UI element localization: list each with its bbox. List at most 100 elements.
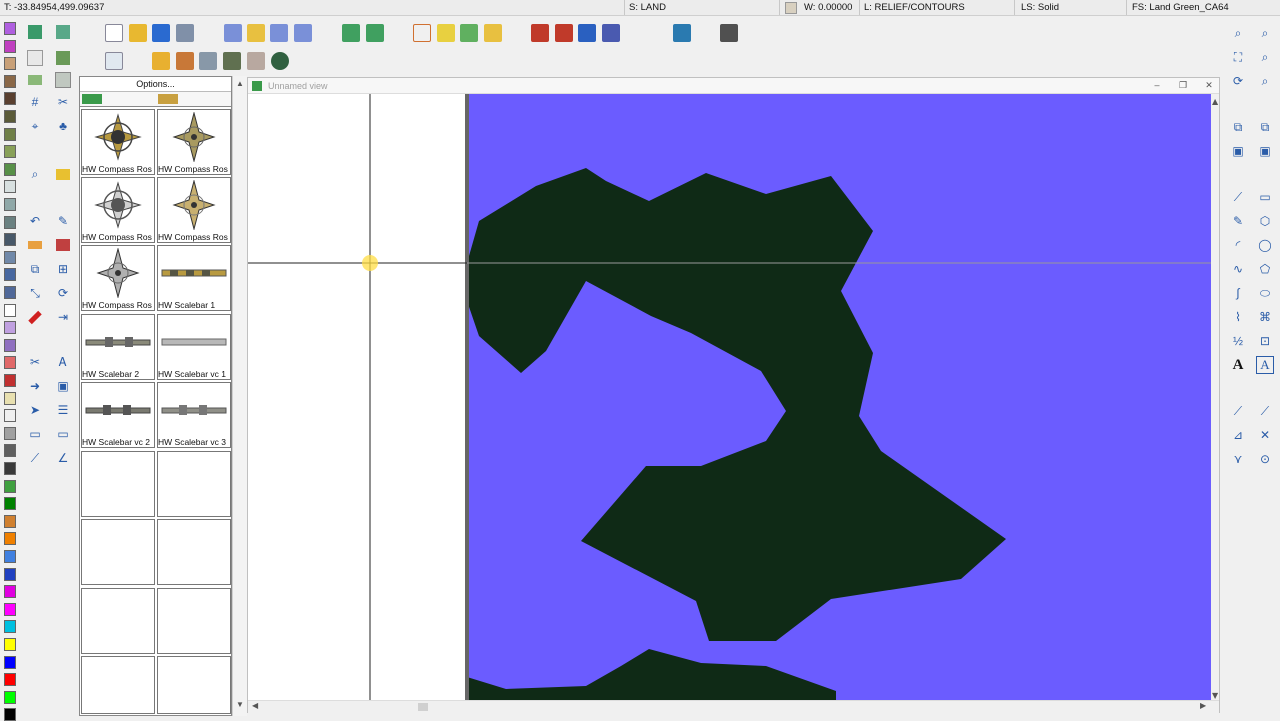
tool-green-b-icon[interactable] [53,22,73,42]
hand-tool-icon[interactable] [152,52,170,70]
palette-swatch[interactable] [4,39,16,53]
symbol-box-icon[interactable]: ⊡ [1254,330,1276,352]
symbol-cell[interactable]: HW Scalebar 2 [81,314,155,380]
blue-tool-b-icon[interactable] [602,24,620,42]
nav-forward-icon[interactable] [366,24,384,42]
save-icon[interactable] [152,24,170,42]
palette-swatch[interactable] [4,567,16,581]
scale-icon[interactable]: ⤡ [25,283,45,303]
zoom-window-icon[interactable]: ⌕ [1227,22,1249,44]
list-icon[interactable]: ☰ [53,400,73,420]
empty-cell[interactable] [81,451,155,517]
measure-icon[interactable]: ⟋ [1227,400,1249,422]
shape-icon[interactable]: ⬠ [1254,258,1276,280]
globe-icon[interactable] [271,52,289,70]
doc-d-icon[interactable] [294,24,312,42]
house-icon[interactable] [199,52,217,70]
freehand-icon[interactable]: ⌘ [1254,306,1276,328]
tool-leaf-icon[interactable] [53,48,73,68]
text-icon[interactable]: A [1227,354,1249,376]
properties-icon[interactable] [105,52,123,70]
move-icon[interactable]: ⇥ [53,307,73,327]
empty-cell[interactable] [157,451,231,517]
palette-swatch[interactable] [4,708,16,721]
arc-icon[interactable]: ◜ [1227,234,1249,256]
palette-swatch[interactable] [4,585,16,599]
palette-swatch[interactable] [4,444,16,458]
palette-swatch[interactable] [4,690,16,704]
palette-swatch[interactable] [4,532,16,546]
undo-icon[interactable]: ↶ [25,211,45,231]
layer-a-icon[interactable] [413,24,431,42]
palette-swatch[interactable] [4,180,16,194]
tool-dots-icon[interactable] [25,70,45,90]
curve-icon[interactable]: ∿ [1227,258,1249,280]
palette-swatch[interactable] [4,426,16,440]
box-a-icon[interactable]: ▭ [25,424,45,444]
palette-swatch[interactable] [4,57,16,71]
empty-cell[interactable] [157,519,231,585]
paste-icon[interactable]: ⧉ [1254,116,1276,138]
palette-swatch[interactable] [4,321,16,335]
copy-icon[interactable]: ⧉ [1227,116,1249,138]
status-fill-style[interactable]: FS: Land Green_CA64 [1128,0,1280,15]
symbol-cell[interactable]: HW Scalebar 1 [157,245,231,311]
hscroll-thumb[interactable] [418,703,428,711]
spline-icon[interactable]: ∫ [1227,282,1249,304]
doc-b-icon[interactable] [247,24,265,42]
eyedropper-icon[interactable]: ✎ [53,211,73,231]
palette-swatch[interactable] [4,356,16,370]
layer-c-icon[interactable] [460,24,478,42]
palette-swatch[interactable] [4,198,16,211]
arrow-right-b-icon[interactable]: ➤ [25,400,45,420]
tool-green-a-icon[interactable] [25,22,45,42]
tools-icon[interactable]: ✂ [53,92,73,112]
palette-swatch[interactable] [4,514,16,528]
zoom-previous-icon[interactable]: ⌕ [1254,70,1276,92]
nav-back-icon[interactable] [342,24,360,42]
layer-front-icon[interactable]: ▣ [1227,140,1249,162]
palette-swatch[interactable] [4,655,16,669]
line-icon[interactable]: ⟋ [1227,186,1249,208]
symbol-cell[interactable]: HW Compass Ros [81,177,155,243]
numbering-icon[interactable]: ½ [1227,330,1249,352]
palette-swatch[interactable] [4,74,16,88]
doc-c-icon[interactable] [270,24,288,42]
red-tool-a-icon[interactable] [531,24,549,42]
symbol-cell[interactable]: HW Compass Ros [81,245,155,311]
palette-swatch[interactable] [4,338,16,352]
intersect-icon[interactable]: ✕ [1254,424,1276,446]
symbol-cell[interactable]: HW Compass Ros [157,109,231,175]
multi-select-icon[interactable]: ⊞ [53,259,73,279]
status-width[interactable]: W: 0.00000 [800,0,860,15]
brush-icon[interactable] [223,52,241,70]
restore-button[interactable]: ❐ [1174,80,1192,91]
palette-swatch[interactable] [4,145,16,159]
palette-swatch[interactable] [4,673,16,687]
close-button[interactable]: ✕ [1200,80,1218,91]
status-line-style[interactable]: LS: Solid [1017,0,1127,15]
trim-icon[interactable]: ⊿ [1227,424,1249,446]
layer-back-icon[interactable]: ▣ [1254,140,1276,162]
map-window-titlebar[interactable]: Unnamed view – ❐ ✕ [248,78,1219,94]
palette-swatch[interactable] [4,303,16,317]
status-sheet[interactable]: S: LAND [625,0,780,15]
catalog-a-icon[interactable] [82,94,102,104]
target-icon[interactable]: ⌖ [25,116,45,136]
palette-swatch[interactable] [4,162,16,176]
text-box-icon[interactable]: A [1256,356,1274,374]
map-canvas[interactable]: ▲ ▼ [248,94,1219,712]
minimize-button[interactable]: – [1148,80,1166,91]
layer-b-icon[interactable] [437,24,455,42]
snap-icon[interactable]: ⋎ [1227,448,1249,470]
symbol-cell[interactable]: HW Scalebar vc 3 [157,382,231,448]
polygon-icon[interactable]: ⬡ [1254,210,1276,232]
palette-swatch[interactable] [4,286,16,299]
map-hscrollbar[interactable]: ◀ ▶ [248,700,1219,713]
layer-d-icon[interactable] [484,24,502,42]
palette-swatch[interactable] [4,233,16,247]
node-edit-icon[interactable]: ⧉ [25,259,45,279]
measure-b-icon[interactable]: ⟋ [1254,400,1276,422]
doc-a-icon[interactable] [224,24,242,42]
eraser-icon[interactable] [25,235,45,255]
